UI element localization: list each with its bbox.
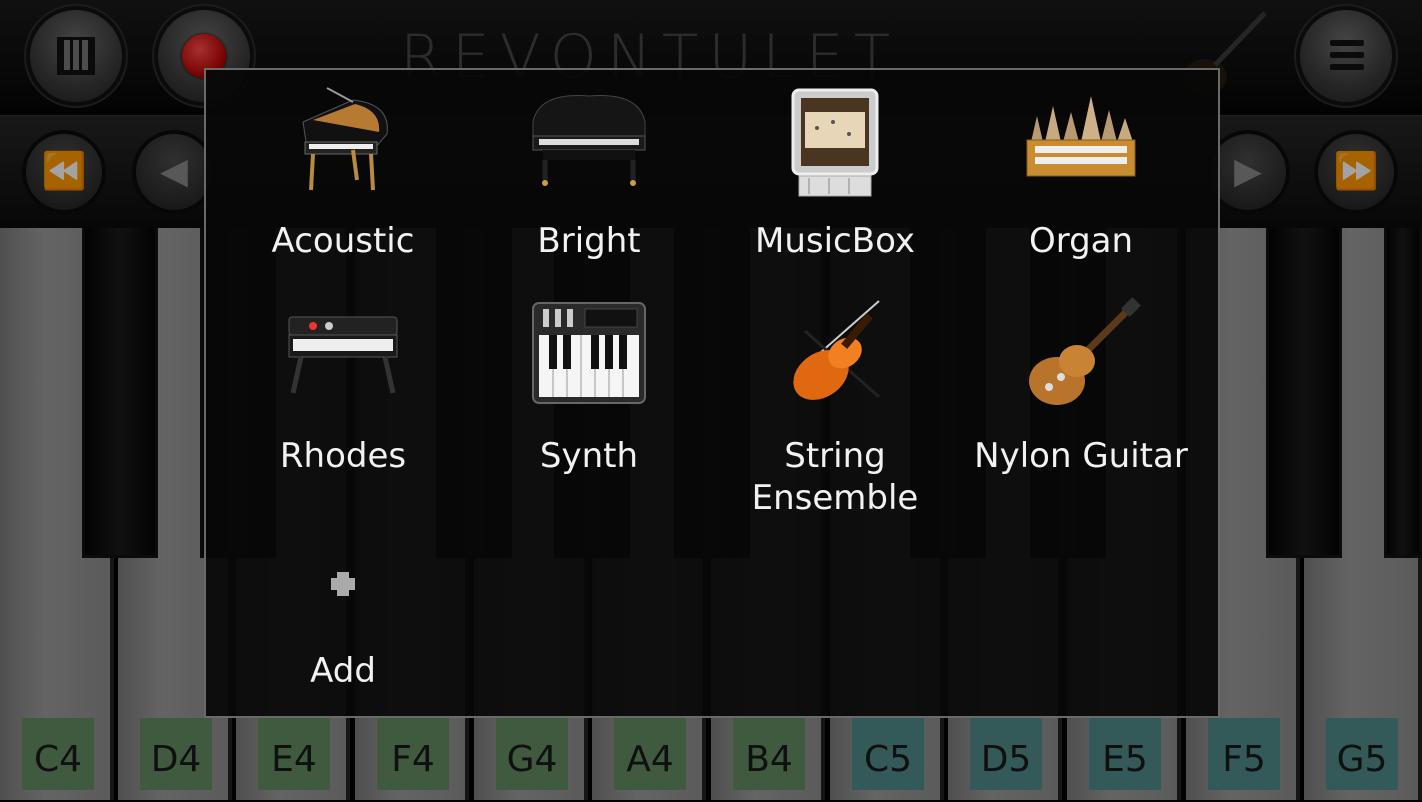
instrument-nylon-guitar[interactable]: Nylon Guitar: [958, 285, 1204, 495]
instrument-musicbox[interactable]: MusicBox: [712, 70, 958, 280]
instrument-synth[interactable]: Synth: [466, 285, 712, 495]
instrument-label: Rhodes: [279, 436, 407, 476]
pipe-organ-icon: [1026, 96, 1136, 177]
synthesizer-icon: [532, 302, 646, 404]
instrument-label: Synth: [539, 436, 639, 476]
instrument-label: Organ: [1028, 221, 1134, 261]
grand-piano-icon: [302, 87, 388, 191]
instrument-label: MusicBox: [755, 221, 915, 261]
music-box-icon: [791, 88, 879, 197]
instrument-label: Bright: [537, 221, 641, 261]
instrument-string-ensemble[interactable]: String Ensemble: [712, 285, 958, 518]
violin-icon: [793, 300, 880, 400]
instrument-label: String Ensemble: [751, 436, 919, 518]
black-grand-piano-icon: [532, 95, 646, 186]
electric-piano-icon: [288, 316, 398, 394]
instrument-bright[interactable]: Bright: [466, 70, 712, 280]
instrument-label: Nylon Guitar: [974, 436, 1188, 476]
guitar-icon: [1029, 297, 1141, 405]
instrument-label: Acoustic: [271, 221, 415, 261]
plus-icon: [331, 572, 355, 596]
instrument-label: Add: [310, 651, 376, 691]
add-instrument-button[interactable]: Add: [220, 500, 466, 710]
instrument-acoustic[interactable]: Acoustic: [220, 70, 466, 280]
instrument-organ[interactable]: Organ: [958, 70, 1204, 280]
instrument-picker-dialog: Acoustic Bright MusicBox Organ Rhodes Sy…: [204, 68, 1220, 718]
instrument-rhodes[interactable]: Rhodes: [220, 285, 466, 495]
